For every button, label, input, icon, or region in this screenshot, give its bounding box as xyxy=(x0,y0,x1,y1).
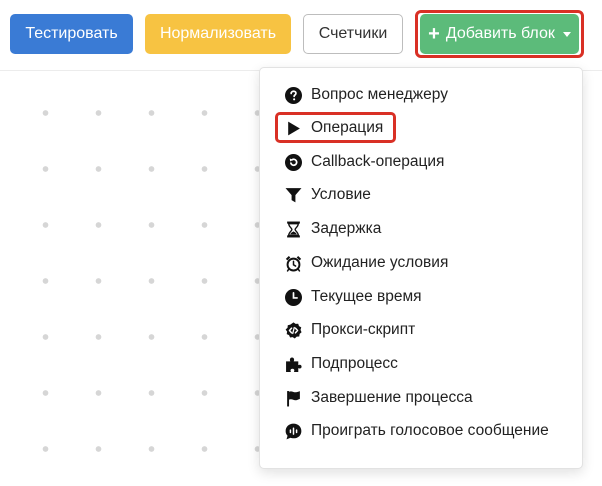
menu-item-condition[interactable]: Условие xyxy=(284,182,371,208)
flow-editor: Тестировать Нормализовать Счетчики + Доб… xyxy=(0,0,602,486)
menu-item-callback-operation[interactable]: Callback-операция xyxy=(284,149,444,175)
filter-icon xyxy=(284,186,302,204)
counters-button-label: Счетчики xyxy=(318,25,388,42)
menu-item-play-voice-message[interactable]: Проиграть голосовое сообщение xyxy=(284,418,549,444)
flag-icon xyxy=(284,389,302,407)
add-block-button[interactable]: + Добавить блок xyxy=(420,14,579,54)
menu-item-proxy-script[interactable]: Прокси-скрипт xyxy=(284,317,415,343)
menu-item-label: Задержка xyxy=(311,220,382,237)
menu-item-delay[interactable]: Задержка xyxy=(284,216,381,242)
add-block-button-label: Добавить блок xyxy=(445,25,555,42)
menu-item-label: Завершение процесса xyxy=(311,389,473,406)
menu-item-label: Подпроцесс xyxy=(311,355,398,372)
menu-item-label: Прокси-скрипт xyxy=(311,321,416,338)
question-circle-icon xyxy=(284,86,302,104)
hourglass-icon xyxy=(284,220,302,238)
menu-item-label: Проиграть голосовое сообщение xyxy=(311,422,549,439)
menu-item-wait-condition[interactable]: Ожидание условия xyxy=(284,250,448,276)
counters-button[interactable]: Счетчики xyxy=(303,14,403,54)
menu-item-label: Текущее время xyxy=(311,288,422,305)
test-button-label: Тестировать xyxy=(25,25,118,42)
menu-item-current-time[interactable]: Текущее время xyxy=(284,284,422,310)
menu-item-label: Условие xyxy=(311,186,371,203)
menu-item-process-end[interactable]: Завершение процесса xyxy=(284,385,473,411)
test-button[interactable]: Тестировать xyxy=(10,14,133,54)
normalize-button[interactable]: Нормализовать xyxy=(145,14,291,54)
undo-circle-icon xyxy=(284,153,302,171)
menu-item-label: Вопрос менеджеру xyxy=(311,86,448,103)
plus-icon: + xyxy=(428,23,440,45)
caret-down-icon xyxy=(562,31,571,37)
code-badge-icon xyxy=(284,321,302,339)
voice-message-icon xyxy=(284,422,302,440)
clock-icon xyxy=(284,288,302,306)
menu-item-label: Ожидание условия xyxy=(311,254,449,271)
alarm-clock-icon xyxy=(284,254,302,272)
normalize-button-label: Нормализовать xyxy=(159,25,277,42)
menu-item-subprocess[interactable]: Подпроцесс xyxy=(284,351,398,377)
menu-item-manager-question[interactable]: Вопрос менеджеру xyxy=(284,82,448,108)
menu-item-label: Callback-операция xyxy=(311,153,445,170)
puzzle-icon xyxy=(284,355,302,373)
operation-highlight xyxy=(275,112,396,143)
